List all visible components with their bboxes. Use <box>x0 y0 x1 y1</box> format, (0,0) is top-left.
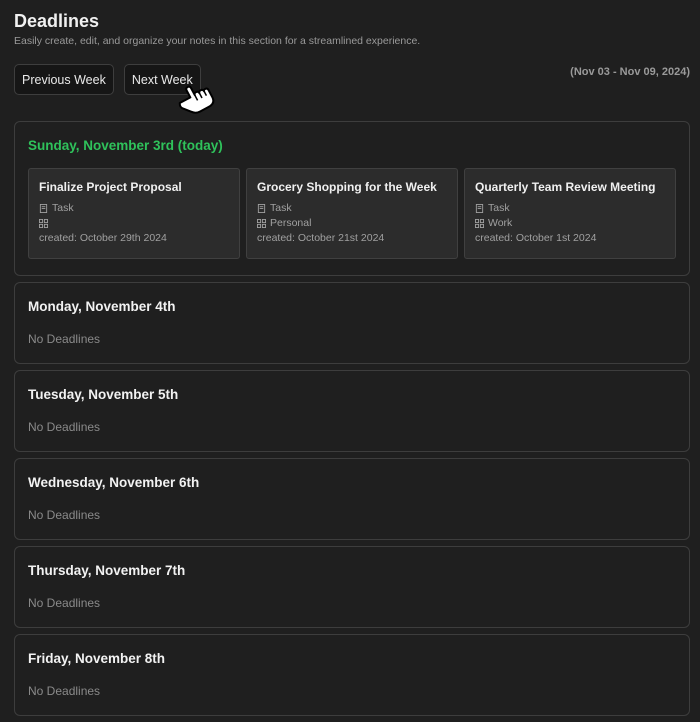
day-card-friday: Friday, November 8th No Deadlines <box>14 634 690 716</box>
page-subtitle: Easily create, edit, and organize your n… <box>14 35 421 47</box>
deadline-card[interactable]: Finalize Project Proposal Task created: … <box>28 168 240 259</box>
deadline-card-category <box>39 216 230 231</box>
deadline-card-category: Personal <box>257 216 448 231</box>
deadline-card-title: Quarterly Team Review Meeting <box>475 180 656 194</box>
note-icon <box>39 204 48 213</box>
category-grid-icon <box>39 219 48 228</box>
day-title: Tuesday, November 5th <box>28 387 179 402</box>
deadline-card-type: Task <box>39 201 230 216</box>
day-card-tuesday: Tuesday, November 5th No Deadlines <box>14 370 690 452</box>
day-title-today: Sunday, November 3rd (today) <box>28 138 223 153</box>
deadline-card-created: created: October 1st 2024 <box>475 232 597 244</box>
page-title: Deadlines <box>14 11 100 31</box>
note-icon <box>257 204 266 213</box>
no-deadlines-text: No Deadlines <box>28 332 101 346</box>
deadline-card-created: created: October 21st 2024 <box>257 232 385 244</box>
deadline-card-type-label: Task <box>488 202 510 214</box>
note-icon <box>475 204 484 213</box>
day-card-thursday: Thursday, November 7th No Deadlines <box>14 546 690 628</box>
deadline-card-title: Grocery Shopping for the Week <box>257 180 437 194</box>
page-header: Deadlines Easily create, edit, and organ… <box>14 10 690 47</box>
deadline-card-category-label: Work <box>488 217 513 229</box>
deadline-card-created: created: October 29th 2024 <box>39 232 167 244</box>
day-card-wednesday: Wednesday, November 6th No Deadlines <box>14 458 690 540</box>
day-title: Friday, November 8th <box>28 651 166 666</box>
deadline-card-type-label: Task <box>270 202 292 214</box>
deadline-card[interactable]: Quarterly Team Review Meeting Task Work … <box>464 168 676 259</box>
no-deadlines-text: No Deadlines <box>28 508 101 522</box>
deadline-card[interactable]: Grocery Shopping for the Week Task Perso… <box>246 168 458 259</box>
no-deadlines-text: No Deadlines <box>28 684 101 698</box>
deadline-card-title: Finalize Project Proposal <box>39 180 182 194</box>
deadline-days: Sunday, November 3rd (today) Finalize Pr… <box>14 121 690 722</box>
deadline-cards: Finalize Project Proposal Task created: … <box>28 168 676 259</box>
deadline-card-type-label: Task <box>52 202 74 214</box>
day-title: Thursday, November 7th <box>28 563 186 578</box>
deadline-card-category-label: Personal <box>270 217 312 229</box>
day-card-today: Sunday, November 3rd (today) Finalize Pr… <box>14 121 690 276</box>
previous-week-button[interactable]: Previous Week <box>14 64 114 95</box>
day-title: Wednesday, November 6th <box>28 475 200 490</box>
week-range: (Nov 03 - Nov 09, 2024) <box>570 66 690 78</box>
deadline-card-category: Work <box>475 216 666 231</box>
category-grid-icon <box>475 219 484 228</box>
day-card-monday: Monday, November 4th No Deadlines <box>14 282 690 364</box>
no-deadlines-text: No Deadlines <box>28 420 101 434</box>
no-deadlines-text: No Deadlines <box>28 596 101 610</box>
deadline-card-type: Task <box>257 201 448 216</box>
pointer-hand-icon <box>178 85 215 114</box>
category-grid-icon <box>257 219 266 228</box>
day-title: Monday, November 4th <box>28 299 176 314</box>
deadline-card-type: Task <box>475 201 666 216</box>
